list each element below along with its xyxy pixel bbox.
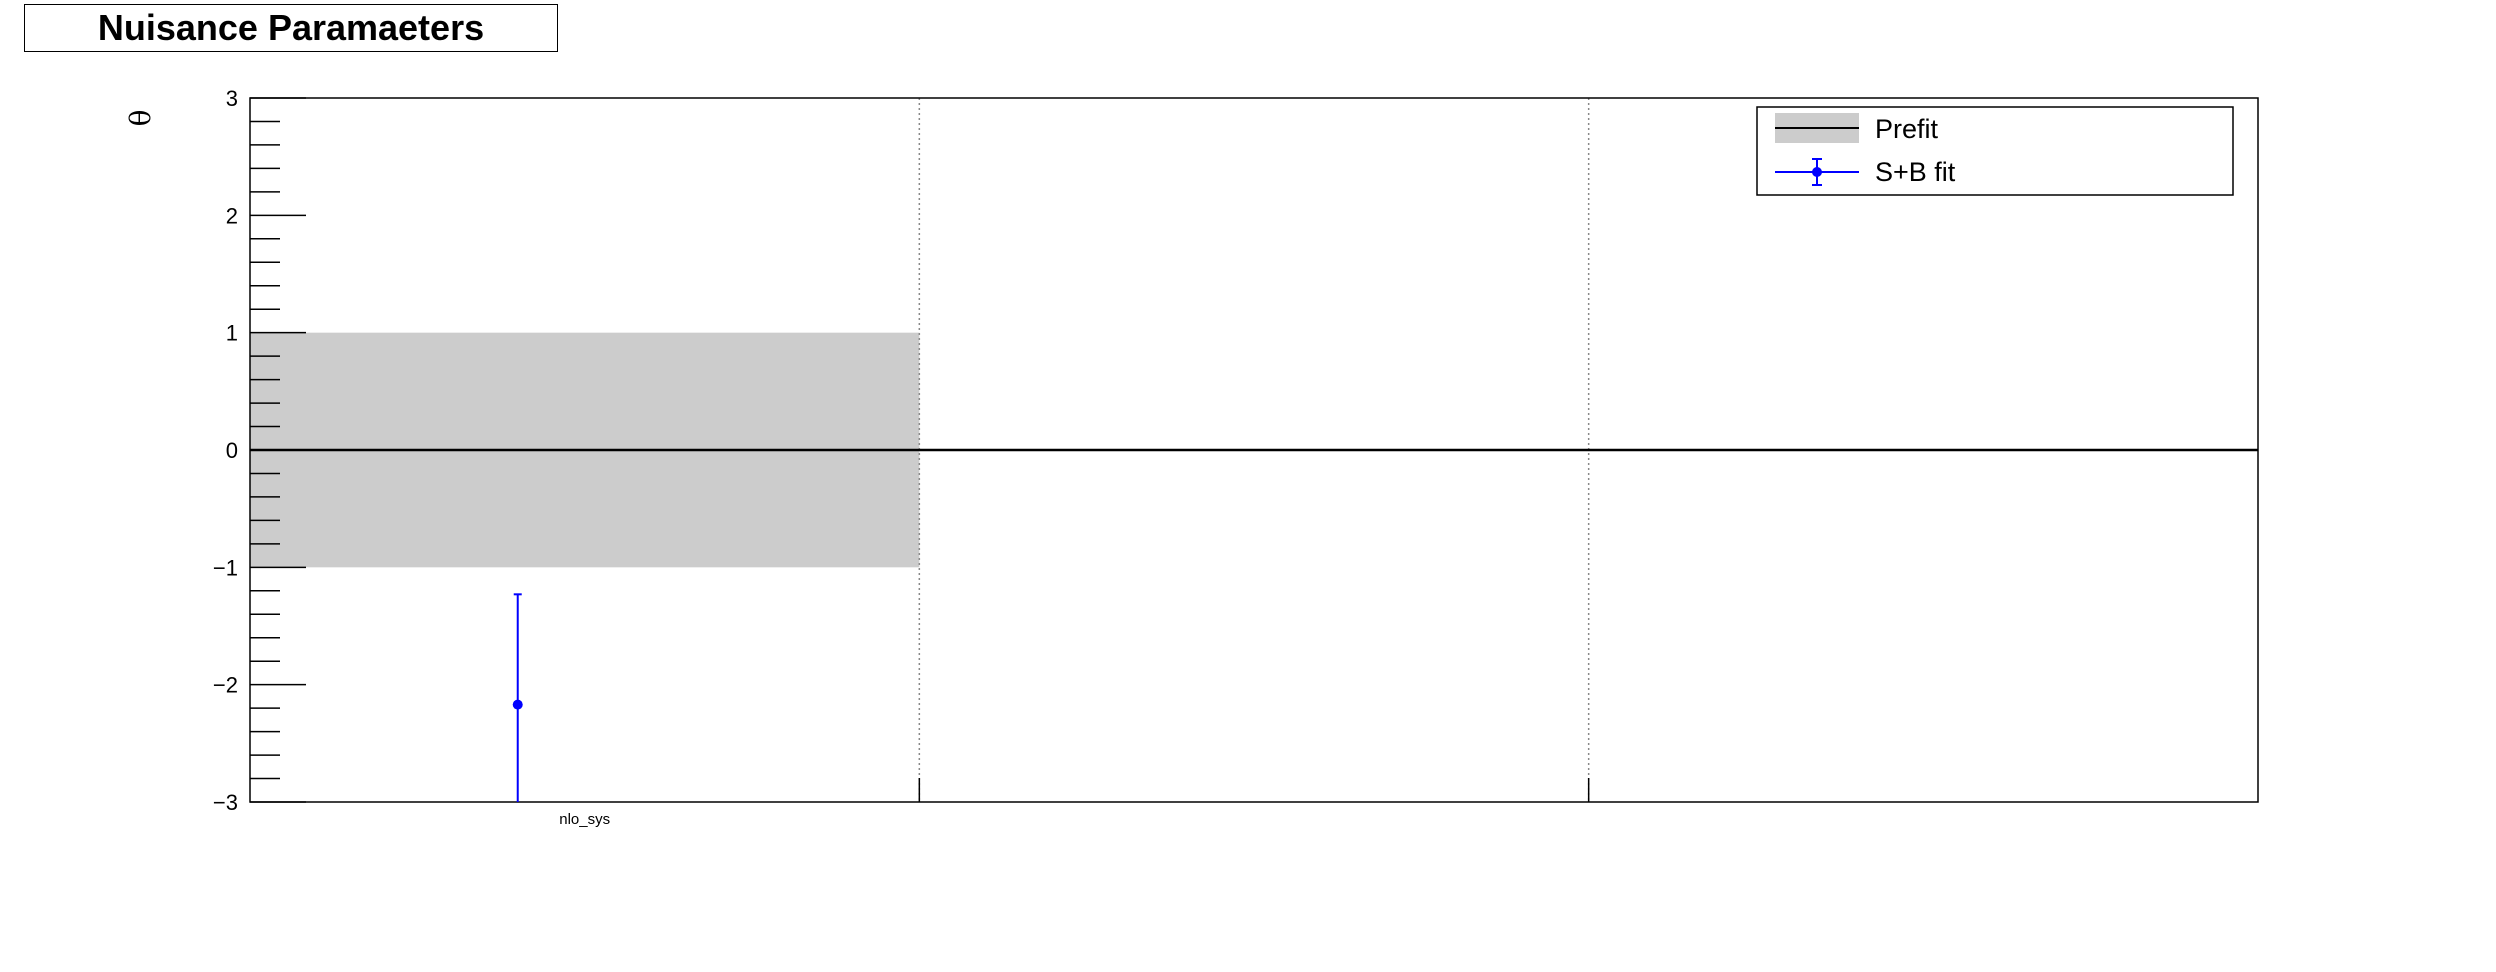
y-axis-label: θ [124,110,157,127]
legend-fit-label: S+B fit [1875,157,1956,187]
y-tick-label: 0 [226,438,238,463]
legend: Prefit S+B fit [1756,106,2234,196]
y-tick-label: −3 [213,790,238,815]
y-tick-label: 1 [226,321,238,346]
x-axis: nlo_sys [559,778,1590,828]
y-axis: −3 −2 −1 0 1 2 3 [213,86,306,815]
y-tick-label: 2 [226,203,238,228]
legend-fit-marker [1812,167,1822,177]
nuisance-parameter-chart: −3 −2 −1 0 1 2 3 nlo_sys Prefit S+B fit θ [124,86,2259,828]
y-tick-label: 3 [226,86,238,111]
fit-points [512,593,523,802]
category-label: nlo_sys [559,811,610,828]
y-tick-label: −2 [213,673,238,698]
fit-point [512,699,523,710]
y-tick-label: −1 [213,555,238,580]
legend-prefit-label: Prefit [1875,114,1939,144]
